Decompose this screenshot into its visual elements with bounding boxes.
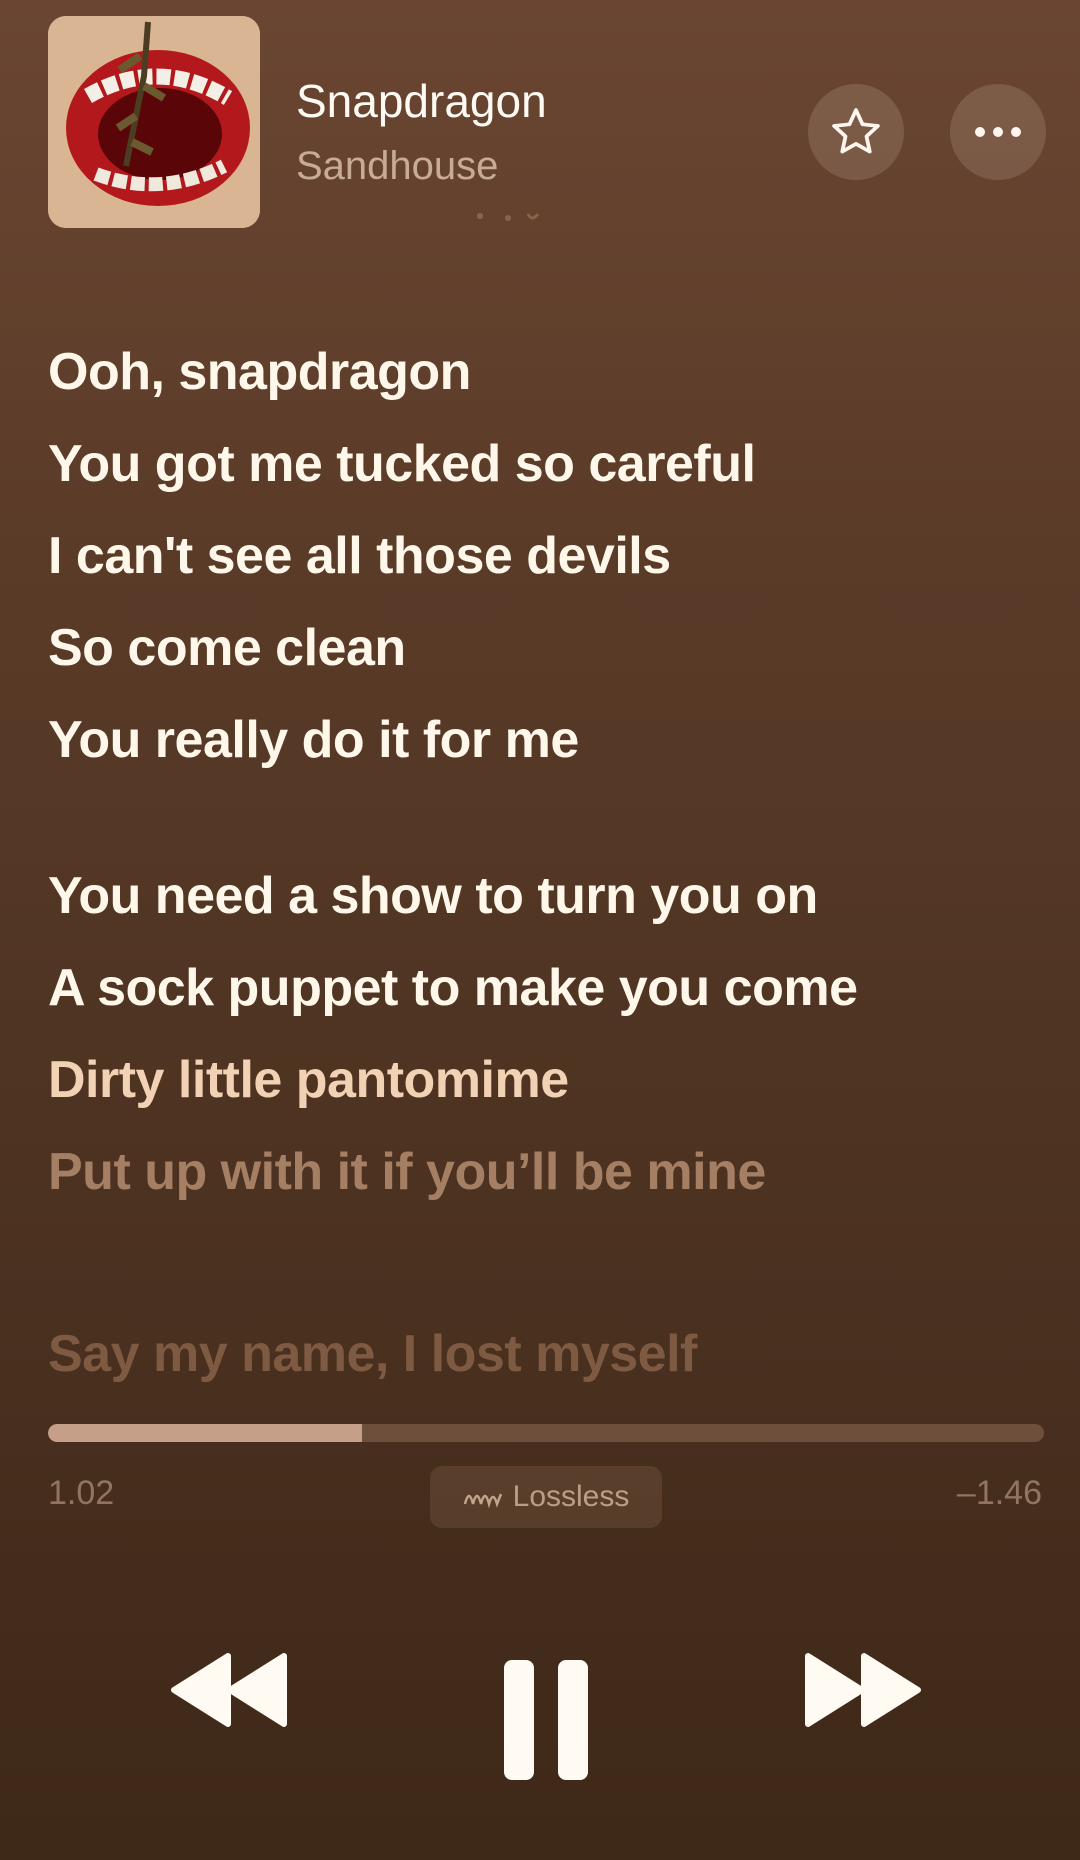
album-artwork[interactable]	[48, 16, 260, 228]
lyric-line[interactable]: So come clean	[48, 602, 857, 694]
lossless-waveform-icon	[463, 1493, 502, 1509]
favorite-button[interactable]	[808, 84, 904, 180]
elapsed-time: 1.02	[48, 1474, 115, 1512]
lyric-line-upcoming[interactable]: Tie me down and beg for help	[48, 1386, 1048, 1406]
fast-forward-button[interactable]	[800, 1650, 924, 1730]
lossless-badge[interactable]: Lossless	[430, 1466, 662, 1528]
lyric-line[interactable]: I can't see all those devils	[48, 510, 857, 602]
ellipsis-icon	[975, 127, 1021, 137]
previous-lyric-remnant	[470, 212, 550, 236]
verse-gap	[48, 786, 857, 850]
star-outline-icon	[832, 108, 880, 154]
playback-progress-fill	[48, 1424, 362, 1442]
pause-icon	[504, 1660, 588, 1780]
rewind-icon	[171, 1653, 287, 1727]
track-title[interactable]: Snapdragon	[296, 74, 547, 128]
album-art-image	[48, 16, 260, 228]
lyric-line[interactable]: You need a show to turn you on	[48, 850, 857, 942]
pause-button[interactable]	[500, 1658, 592, 1782]
lyric-line[interactable]: You really do it for me	[48, 694, 857, 786]
lyric-line[interactable]: You got me tucked so careful	[48, 418, 857, 510]
rewind-button[interactable]	[168, 1650, 292, 1730]
lyric-line-active[interactable]: Dirty little pantomime	[48, 1034, 857, 1126]
artist-name[interactable]: Sandhouse	[296, 144, 498, 189]
lyrics-view[interactable]: Ooh, snapdragon You got me tucked so car…	[48, 326, 858, 1218]
lossless-label: Lossless	[512, 1480, 630, 1513]
more-options-button[interactable]	[950, 84, 1046, 180]
lyric-line[interactable]: A sock puppet to make you come	[48, 942, 858, 1034]
lyric-line-upcoming[interactable]: Put up with it if you’ll be mine	[48, 1126, 857, 1218]
lyrics-upcoming-fade: Say my name, I lost myself Tie me down a…	[48, 1308, 1048, 1406]
playback-scrubber[interactable]	[48, 1424, 1044, 1442]
lyric-line[interactable]: Ooh, snapdragon	[48, 326, 857, 418]
remaining-time: –1.46	[956, 1474, 1042, 1512]
fast-forward-icon	[805, 1653, 921, 1727]
